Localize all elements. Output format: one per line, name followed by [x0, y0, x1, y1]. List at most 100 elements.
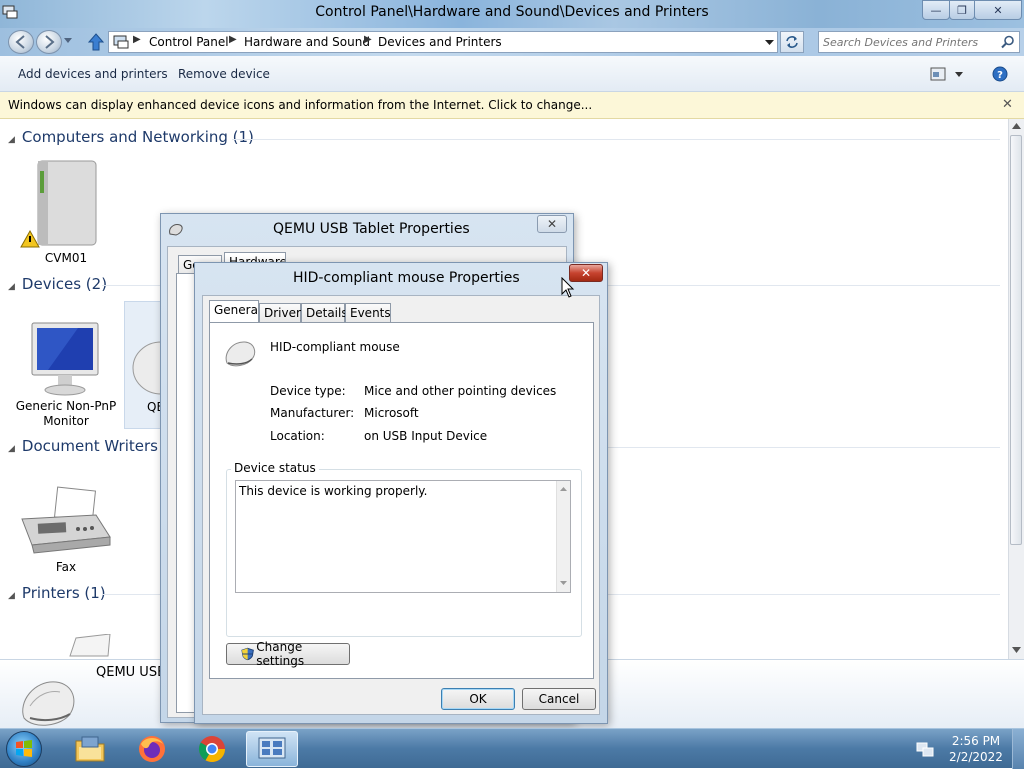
tablet-dialog-icon	[169, 224, 183, 236]
scroll-up-icon[interactable]	[560, 487, 567, 491]
breadcrumb-control-panel[interactable]: Control Panel	[149, 35, 229, 49]
address-bar[interactable]: ▶ Control Panel ▶ Hardware and Sound ▶ D…	[108, 31, 778, 53]
devices-printers-icon	[258, 737, 286, 759]
clock-time: 2:56 PM	[951, 734, 1001, 748]
group-divider	[232, 139, 1000, 140]
tab-general[interactable]: General	[209, 300, 261, 322]
details-device-name: QEMU USB	[96, 665, 166, 680]
refresh-button[interactable]	[780, 31, 804, 53]
device-label-monitor[interactable]: Generic Non-PnP Monitor	[12, 399, 120, 429]
recent-pages-chevron-icon[interactable]	[64, 38, 72, 44]
search-input[interactable]	[823, 34, 993, 50]
group-divider	[606, 594, 1000, 595]
mouse-dialog-title: HID-compliant mouse Properties	[293, 270, 520, 286]
address-dropdown-icon[interactable]	[765, 40, 774, 46]
status-scrollbar[interactable]	[556, 481, 570, 592]
up-arrow-icon[interactable]	[88, 33, 104, 51]
device-label-cvm01[interactable]: CVM01	[26, 251, 106, 265]
group-header-devices[interactable]: ◢ Devices (2)	[8, 275, 107, 293]
command-bar: Add devices and printers Remove device ?	[0, 56, 1024, 92]
taskbar-explorer-button[interactable]	[64, 731, 116, 767]
search-box[interactable]	[818, 31, 1020, 53]
fax-icon[interactable]	[18, 485, 114, 557]
mouse-dialog-body: General Driver Details Events HID-compli…	[202, 295, 600, 715]
network-icon[interactable]	[916, 741, 934, 757]
info-bar-close-icon[interactable]: ✕	[1002, 97, 1013, 112]
back-arrow-icon	[15, 35, 25, 49]
tablet-device-selected[interactable]: QE	[124, 301, 165, 429]
change-view-icon[interactable]	[930, 67, 946, 81]
tab-events[interactable]: Events	[345, 303, 391, 323]
mouse-cursor-icon	[561, 277, 575, 298]
window-close-button[interactable]: ✕	[974, 0, 1022, 20]
device-status-message: This device is working properly.	[239, 484, 428, 498]
general-tab-panel: HID-compliant mouse Device type: Mice an…	[209, 322, 594, 679]
forward-button[interactable]	[36, 30, 62, 54]
firefox-icon	[139, 736, 165, 762]
start-button[interactable]	[6, 731, 42, 767]
manufacturer-label: Manufacturer:	[270, 406, 355, 420]
group-header-printers[interactable]: ◢ Printers (1)	[8, 584, 106, 602]
collapse-arrow-icon[interactable]: ◢	[8, 282, 15, 292]
add-devices-button[interactable]: Add devices and printers	[18, 67, 168, 81]
taskbar: 2:56 PM 2/2/2022	[0, 728, 1024, 769]
scroll-up-icon[interactable]	[1012, 123, 1021, 129]
refresh-icon	[786, 36, 798, 48]
window-titlebar: Control Panel\Hardware and Sound\Devices…	[0, 0, 1024, 28]
group-header-computers[interactable]: ◢ Computers and Networking (1)	[8, 128, 254, 146]
collapse-arrow-icon[interactable]: ◢	[8, 444, 15, 454]
tab-details[interactable]: Details	[301, 303, 348, 323]
clock-date: 2/2/2022	[949, 750, 1003, 764]
chrome-icon	[198, 736, 226, 763]
monitor-icon[interactable]	[28, 319, 102, 397]
breadcrumb-separator[interactable]: ▶	[364, 34, 372, 45]
collapse-arrow-icon[interactable]: ◢	[8, 135, 15, 145]
device-status-text[interactable]: This device is working properly.	[235, 480, 571, 593]
help-icon[interactable]: ?	[992, 66, 1008, 82]
cancel-button[interactable]: Cancel	[522, 688, 596, 710]
scroll-down-icon[interactable]	[560, 581, 567, 585]
minimize-button[interactable]: —	[922, 0, 950, 20]
remove-device-button[interactable]: Remove device	[178, 67, 270, 81]
group-divider	[102, 594, 162, 595]
manufacturer-value: Microsoft	[364, 406, 419, 420]
breadcrumb-separator[interactable]: ▶	[229, 34, 237, 45]
window-title: Control Panel\Hardware and Sound\Devices…	[315, 4, 709, 20]
tablet-dialog-close-button[interactable]: ✕	[537, 215, 567, 233]
scroll-down-icon[interactable]	[1012, 647, 1021, 653]
taskbar-firefox-button[interactable]	[126, 731, 178, 767]
search-icon[interactable]	[1001, 35, 1015, 49]
taskbar-control-panel-button[interactable]	[246, 731, 298, 767]
scrollbar-thumb[interactable]	[1010, 135, 1022, 545]
back-button[interactable]	[8, 30, 34, 54]
address-row: ▶ Control Panel ▶ Hardware and Sound ▶ D…	[0, 28, 1024, 56]
breadcrumb-hardware-and-sound[interactable]: Hardware and Sound	[244, 35, 370, 49]
breadcrumb-devices-and-printers[interactable]: Devices and Printers	[378, 35, 502, 49]
view-options-chevron-icon[interactable]	[955, 72, 963, 77]
device-type-label: Device type:	[270, 384, 346, 398]
change-settings-button[interactable]: Change settings	[226, 640, 350, 668]
ok-button[interactable]: OK	[441, 688, 515, 710]
printer-icon[interactable]	[64, 634, 114, 658]
clock[interactable]: 2:56 PM 2/2/2022	[946, 733, 1006, 765]
change-settings-label: Change settings	[256, 640, 305, 668]
restore-button[interactable]: ❐	[949, 0, 975, 20]
tablet-dialog-title: QEMU USB Tablet Properties	[273, 221, 470, 237]
taskbar-chrome-button[interactable]	[186, 731, 238, 767]
device-type-value: Mice and other pointing devices	[364, 384, 557, 398]
svg-text:?: ?	[997, 70, 1003, 81]
group-label: Devices (2)	[21, 275, 108, 293]
breadcrumb-separator[interactable]: ▶	[133, 34, 141, 45]
control-panel-small-icon	[113, 35, 129, 49]
show-desktop-button[interactable]	[1012, 729, 1024, 769]
info-bar[interactable]: Windows can display enhanced device icon…	[0, 92, 1024, 119]
device-label-fax[interactable]: Fax	[26, 560, 106, 574]
group-divider	[102, 285, 162, 286]
group-header-document-writers[interactable]: ◢ Document Writers an	[8, 437, 181, 455]
mouse-properties-dialog[interactable]: HID-compliant mouse Properties ✕ General…	[194, 262, 608, 724]
mouse-icon	[225, 341, 256, 367]
info-bar-text[interactable]: Windows can display enhanced device icon…	[8, 98, 592, 112]
tab-driver[interactable]: Driver	[259, 303, 301, 323]
computer-tower-icon[interactable]	[18, 155, 102, 251]
collapse-arrow-icon[interactable]: ◢	[8, 591, 15, 601]
